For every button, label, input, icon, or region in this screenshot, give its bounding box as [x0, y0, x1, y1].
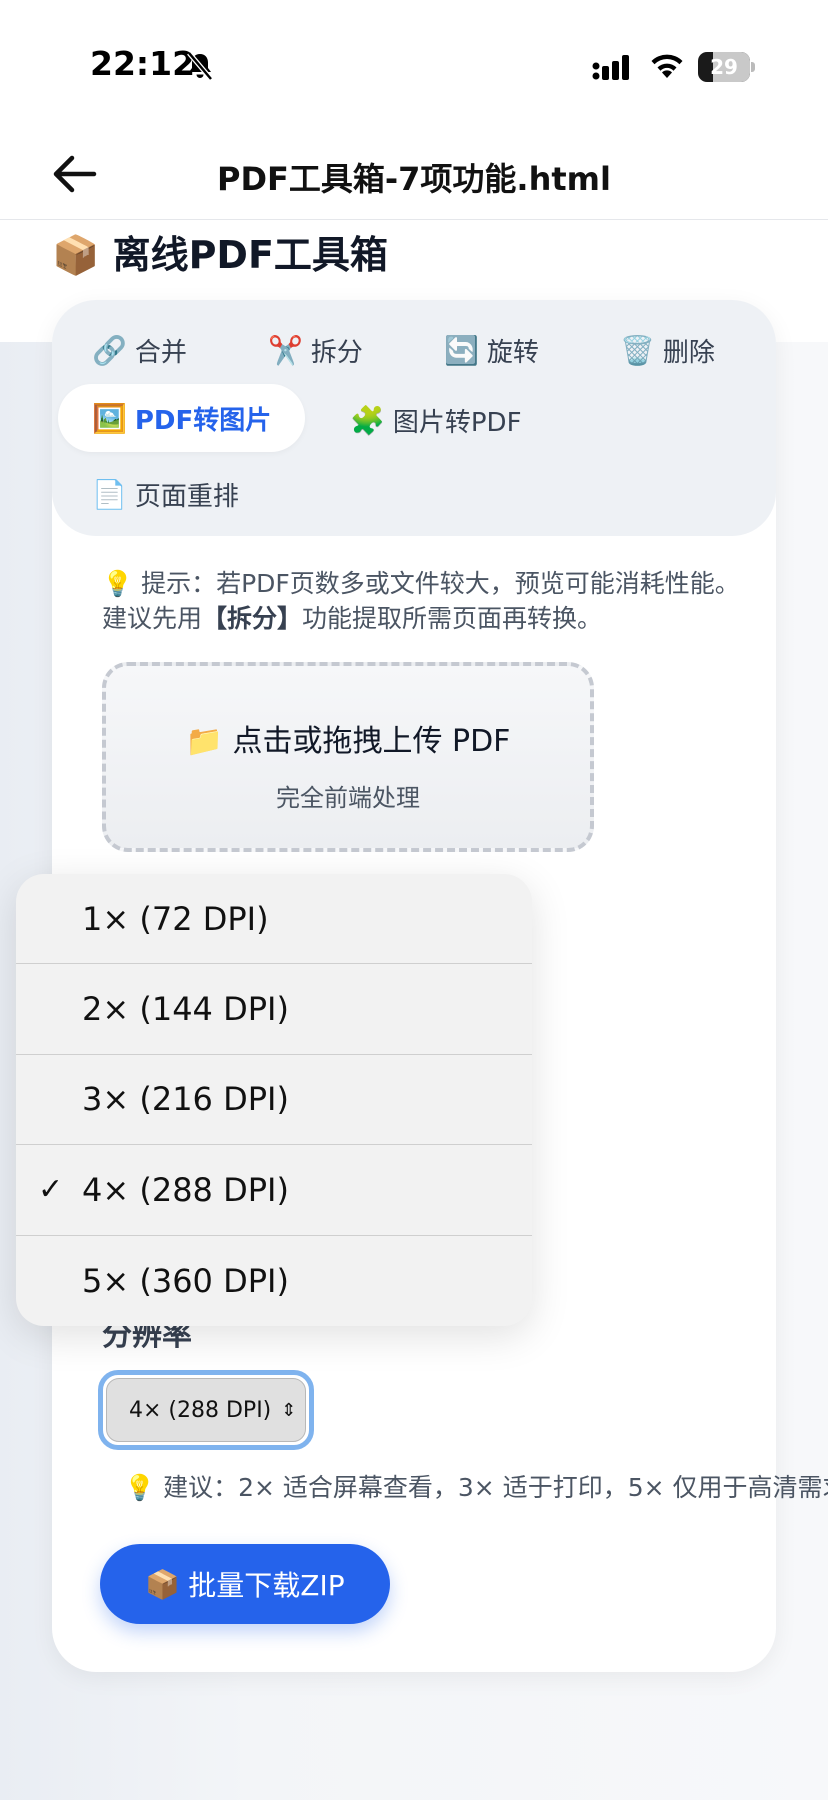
folder-icon: 📁	[185, 724, 223, 759]
wifi-icon	[651, 54, 683, 78]
feature-tabs: 🔗 合并 ✂️ 拆分 🔄 旋转 🗑️ 删除 🖼️ PDF转图片 🧩 图片转PDF…	[52, 300, 776, 536]
performance-tip: 💡 提示：若PDF页数多或文件较大，预览可能消耗性能。建议先用【拆分】功能提取所…	[102, 566, 742, 636]
tab-label: 拆分	[310, 337, 363, 368]
link-icon: 🔗	[92, 333, 127, 367]
rotate-icon: 🔄	[444, 333, 479, 367]
dropdown-option-4x[interactable]: ✓ 4× (288 DPI)	[16, 1145, 532, 1236]
dropdown-option-2x[interactable]: 2× (144 DPI)	[16, 964, 532, 1055]
package-icon: 📦	[52, 233, 100, 277]
resolution-tip-text: 建议：2× 适合屏幕查看，3× 适于打印，5× 仅用于高清需求	[163, 1473, 828, 1502]
battery-percent: 29	[710, 55, 738, 79]
bell-muted-icon	[187, 51, 213, 81]
dropdown-option-1x[interactable]: 1× (72 DPI)	[16, 874, 532, 965]
resolution-tip: 💡 建议：2× 适合屏幕查看，3× 适于打印，5× 仅用于高清需求	[124, 1468, 828, 1504]
option-label: 2× (144 DPI)	[82, 990, 289, 1029]
tab-rotate[interactable]: 🔄 旋转	[444, 322, 539, 378]
tab-label: PDF转图片	[134, 405, 272, 436]
dropdown-option-3x[interactable]: 3× (216 DPI)	[16, 1055, 532, 1146]
puzzle-icon: 🧩	[350, 403, 385, 437]
tab-merge[interactable]: 🔗 合并	[92, 322, 187, 378]
tip-text-suffix: 功能提取所需页面再转换。	[302, 604, 603, 633]
option-label: 5× (360 DPI)	[82, 1261, 289, 1300]
lightbulb-icon: 💡	[124, 1473, 156, 1502]
tab-label: 图片转PDF	[392, 407, 522, 438]
lightbulb-icon: 💡	[102, 569, 134, 598]
resolution-select[interactable]: 4× (288 DPI) ⇕	[98, 1370, 314, 1450]
download-zip-button[interactable]: 📦 批量下载ZIP	[100, 1544, 390, 1624]
option-label: 1× (72 DPI)	[82, 899, 269, 938]
checkmark-icon: ✓	[38, 1172, 64, 1208]
tip-bold-text: 【拆分】	[202, 604, 303, 633]
tab-delete[interactable]: 🗑️ 删除	[620, 322, 715, 378]
upload-subtitle: 完全前端处理	[276, 784, 420, 812]
tab-label: 合并	[134, 337, 187, 368]
battery-indicator: 29	[698, 52, 756, 82]
tab-split[interactable]: ✂️ 拆分	[268, 322, 363, 378]
download-zip-label: 批量下载ZIP	[188, 1569, 345, 1602]
picture-icon: 🖼️	[92, 401, 127, 435]
status-time: 22:12	[90, 44, 196, 83]
option-label: 3× (216 DPI)	[82, 1080, 289, 1119]
page-title: PDF工具箱-7项功能.html	[217, 160, 611, 198]
scissors-icon: ✂️	[268, 333, 303, 367]
cellular-signal-icon	[592, 55, 629, 80]
page-icon: 📄	[92, 477, 127, 511]
tab-image-to-pdf[interactable]: 🧩 图片转PDF	[350, 392, 522, 448]
chevron-updown-icon: ⇕	[281, 1399, 297, 1421]
app-title: 📦 离线PDF工具箱	[52, 224, 388, 279]
status-bar: 22:12 29	[0, 0, 828, 130]
battery-nub	[751, 62, 755, 72]
battery-body: 29	[698, 52, 750, 82]
tab-label: 删除	[662, 337, 715, 368]
resolution-dropdown-menu: 1× (72 DPI) 2× (144 DPI) 3× (216 DPI) ✓ …	[16, 874, 532, 1326]
option-label: 4× (288 DPI)	[82, 1170, 289, 1209]
upload-dropzone[interactable]: 📁 点击或拖拽上传 PDF 完全前端处理	[102, 662, 594, 852]
upload-title-text: 点击或拖拽上传 PDF	[232, 724, 511, 759]
resolution-selected-value: 4× (288 DPI)	[129, 1397, 272, 1423]
back-arrow-icon[interactable]	[50, 152, 98, 196]
tab-reorder-pages[interactable]: 📄 页面重排	[92, 466, 239, 522]
tab-label: 旋转	[486, 337, 539, 368]
browser-header: PDF工具箱-7项功能.html	[0, 130, 828, 220]
app-title-text: 离线PDF工具箱	[112, 233, 388, 277]
trash-icon: 🗑️	[620, 333, 655, 367]
dropdown-option-5x[interactable]: 5× (360 DPI)	[16, 1236, 532, 1326]
tab-label: 页面重排	[134, 481, 239, 512]
package-icon: 📦	[145, 1567, 181, 1601]
resolution-select-box[interactable]: 4× (288 DPI) ⇕	[106, 1378, 306, 1442]
upload-title: 📁 点击或拖拽上传 PDF	[106, 716, 590, 760]
tab-pdf-to-image[interactable]: 🖼️ PDF转图片	[58, 384, 306, 452]
